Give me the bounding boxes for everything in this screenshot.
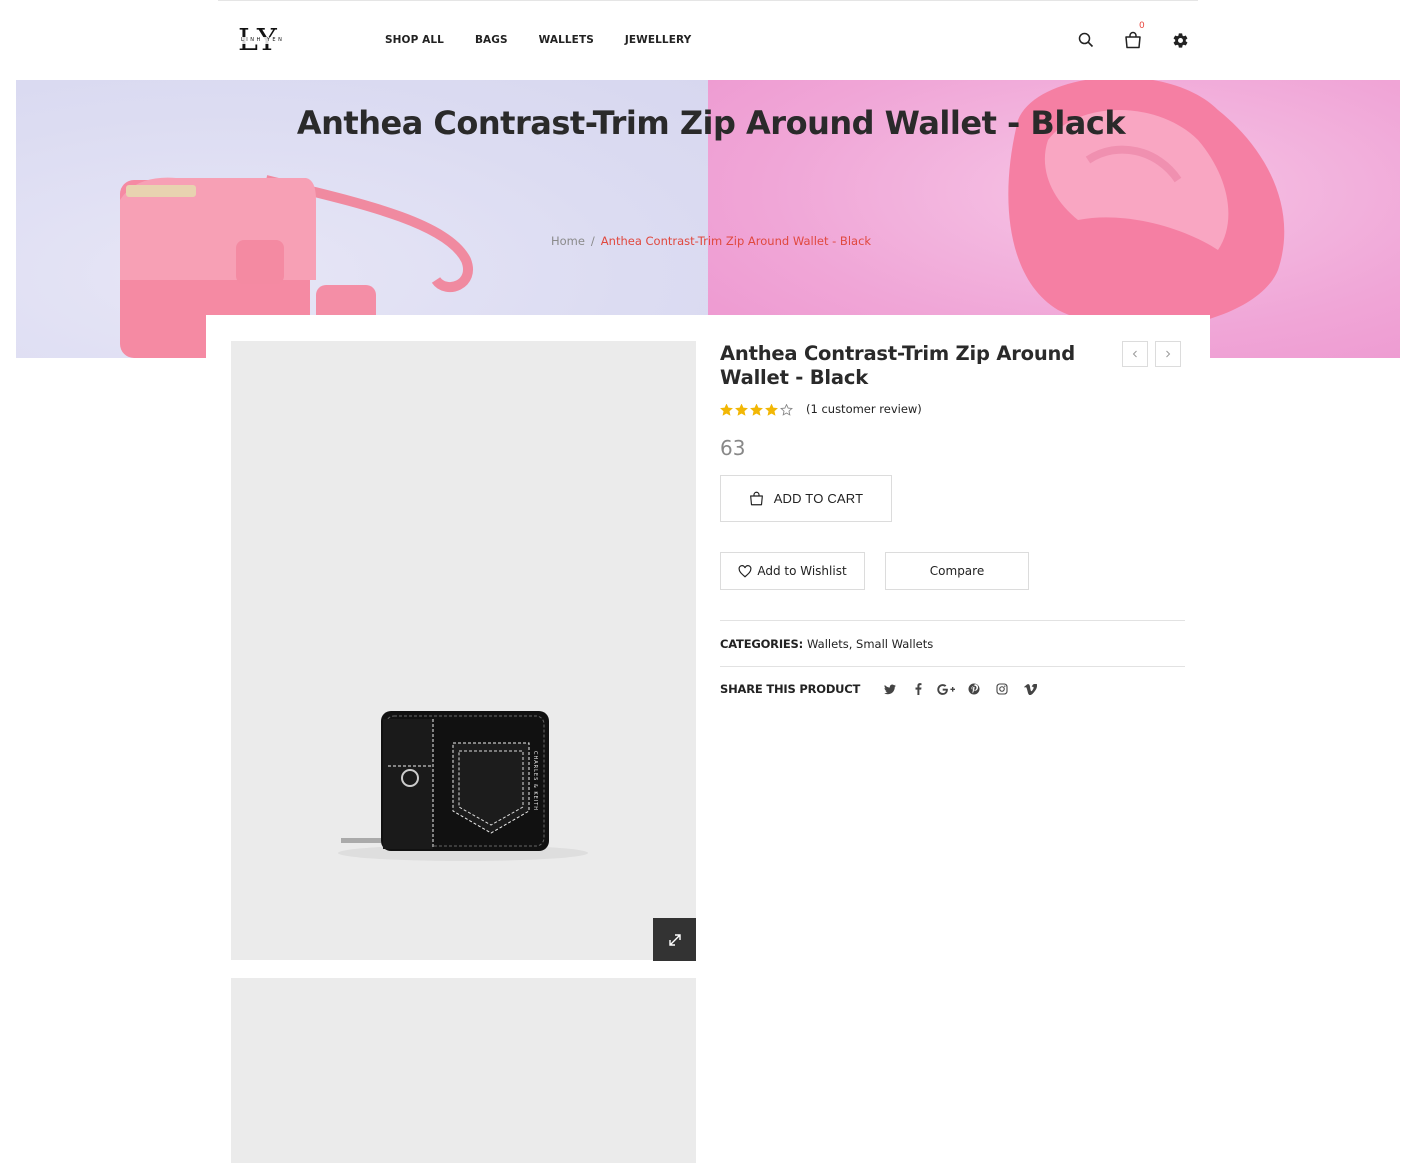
product-price: 63 [720, 436, 746, 460]
share-label: SHARE THIS PRODUCT [720, 682, 861, 696]
facebook-icon[interactable] [904, 683, 932, 695]
breadcrumb-home[interactable]: Home [551, 234, 585, 248]
instagram-icon[interactable] [988, 683, 1016, 695]
chevron-left-icon [1132, 350, 1137, 358]
product-main-image[interactable]: CHARLES & KEITH [231, 341, 696, 960]
add-to-wishlist-button[interactable]: Add to Wishlist [720, 552, 865, 590]
compare-label: Compare [929, 564, 985, 578]
main-nav: SHOP ALL BAGS WALLETS JEWELLERY [385, 33, 722, 47]
divider [720, 620, 1185, 621]
expand-icon [668, 933, 681, 946]
review-count-link[interactable]: (1 customer review) [806, 402, 922, 416]
prev-product-button[interactable] [1122, 341, 1148, 367]
nav-shop-all[interactable]: SHOP ALL [385, 33, 444, 47]
logo-subtext: LINH YEN [241, 37, 285, 44]
google-plus-icon[interactable] [932, 683, 960, 695]
star-empty-icon [780, 401, 793, 420]
star-filled-icon [750, 401, 763, 420]
product-title: Anthea Contrast-Trim Zip Around Wallet -… [720, 342, 1075, 389]
product-secondary-image[interactable] [231, 978, 696, 1163]
categories-label: CATEGORIES: [720, 637, 804, 651]
cart-icon[interactable] [1122, 29, 1144, 51]
breadcrumb-current: Anthea Contrast-Trim Zip Around Wallet -… [600, 234, 872, 248]
zoom-button[interactable] [653, 918, 696, 961]
nav-jewellery[interactable]: JEWELLERY [625, 33, 691, 47]
compare-button[interactable]: Compare [885, 552, 1029, 590]
cart-icon [749, 491, 763, 506]
category-separator: , [848, 637, 857, 651]
breadcrumb: Home / Anthea Contrast-Trim Zip Around Wal… [0, 234, 1422, 248]
add-to-cart-label: ADD TO CART [773, 491, 864, 506]
wallet-brand-text: CHARLES & KEITH [532, 751, 538, 811]
search-icon[interactable] [1075, 29, 1097, 51]
heart-icon [738, 564, 752, 578]
star-filled-icon [765, 401, 778, 420]
nav-wallets[interactable]: WALLETS [539, 33, 594, 47]
category-link-small-wallets[interactable]: Small Wallets [856, 637, 933, 651]
star-filled-icon [720, 401, 733, 420]
nav-bags[interactable]: BAGS [475, 33, 508, 47]
categories-row: CATEGORIES: Wallets, Small Wallets [720, 637, 933, 651]
twitter-icon[interactable] [876, 683, 904, 695]
site-logo[interactable]: LY LINH YEN [238, 24, 294, 58]
wishlist-label: Add to Wishlist [757, 564, 847, 578]
gear-icon[interactable] [1169, 29, 1191, 51]
star-filled-icon [735, 401, 748, 420]
breadcrumb-separator: / [590, 234, 595, 248]
vimeo-icon[interactable] [1016, 683, 1044, 695]
wallet-image: CHARLES & KEITH [338, 711, 588, 861]
header-top-border [218, 0, 1198, 1]
divider [720, 666, 1185, 667]
pinterest-icon[interactable] [960, 683, 988, 695]
hero-title: Anthea Contrast-Trim Zip Around Wallet -… [296, 104, 1126, 142]
cart-count-badge: 0 [1139, 21, 1145, 31]
add-to-cart-button[interactable]: ADD TO CART [720, 475, 892, 522]
next-product-button[interactable] [1155, 341, 1181, 367]
chevron-right-icon [1166, 350, 1171, 358]
share-row: SHARE THIS PRODUCT [720, 682, 1044, 696]
category-link-wallets[interactable]: Wallets [807, 637, 849, 651]
rating-stars [720, 401, 793, 420]
